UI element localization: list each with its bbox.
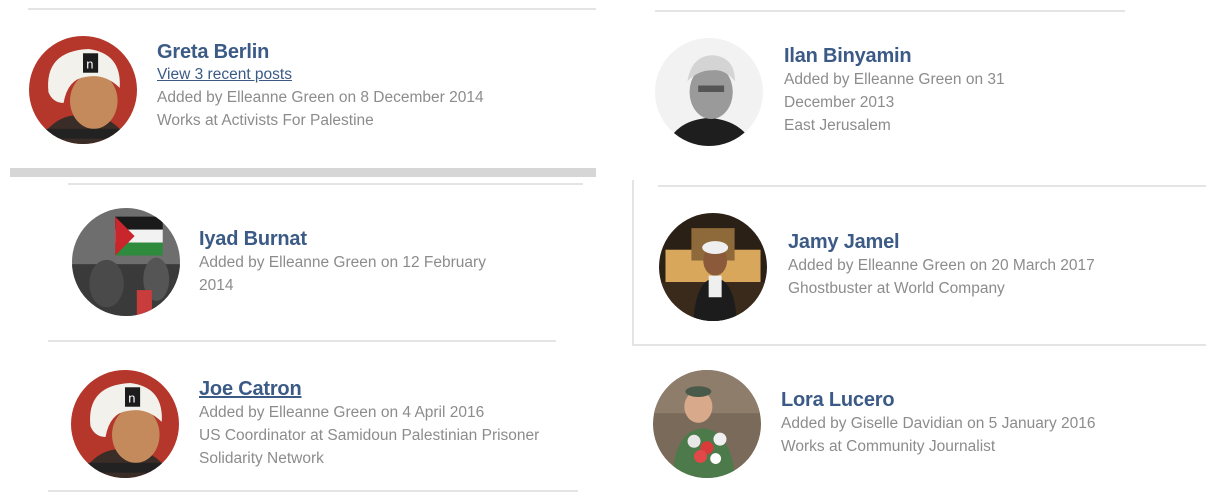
divider <box>658 185 1206 187</box>
work-text: US Coordinator at Samidoun Palestinian P… <box>199 427 540 444</box>
divider <box>632 180 634 346</box>
divider <box>28 8 596 10</box>
added-by-text: Added by Elleanne Green on 20 March 2017 <box>788 257 1095 274</box>
svg-text:n: n <box>86 56 93 71</box>
person-name-link[interactable]: Ilan Binyamin <box>784 44 1005 68</box>
recent-posts-link[interactable]: View 3 recent posts <box>157 64 484 86</box>
person-name-link[interactable]: Lora Lucero <box>781 388 1096 412</box>
work-text: Solidarity Network <box>199 450 324 467</box>
activist-cartoon-avatar[interactable]: n <box>71 370 179 478</box>
added-by-text: December 2013 <box>784 94 895 111</box>
flowers-portrait-avatar[interactable] <box>653 370 761 478</box>
protest-flag-avatar[interactable] <box>72 208 180 316</box>
divider <box>48 340 556 342</box>
work-text: Works at Community Journalist <box>781 438 996 455</box>
added-by-text: 2014 <box>199 277 234 294</box>
work-text: Ghostbuster at World Company <box>788 280 1005 297</box>
mosque-portrait-avatar[interactable] <box>659 213 767 321</box>
added-by-text: Added by Elleanne Green on 8 December 20… <box>157 89 484 106</box>
person-name-link[interactable]: Jamy Jamel <box>788 230 1095 254</box>
person-name-link[interactable]: Joe Catron <box>199 377 539 401</box>
added-by-text: Added by Elleanne Green on 31 <box>784 71 1005 88</box>
divider <box>68 183 583 185</box>
divider <box>10 168 596 177</box>
person-name-link[interactable]: Greta Berlin <box>157 40 484 64</box>
work-text: East Jerusalem <box>784 117 891 134</box>
divider <box>655 10 1125 12</box>
added-by-text: Added by Elleanne Green on 4 April 2016 <box>199 404 485 421</box>
svg-text:n: n <box>128 390 135 405</box>
divider <box>634 344 1206 346</box>
person-name-link[interactable]: Iyad Burnat <box>199 227 486 251</box>
added-by-text: Added by Elleanne Green on 12 February <box>199 254 486 271</box>
added-by-text: Added by Giselle Davidian on 5 January 2… <box>781 415 1096 432</box>
work-text: Works at Activists For Palestine <box>157 112 374 129</box>
activist-cartoon-avatar[interactable]: n <box>29 36 137 144</box>
bw-portrait-avatar[interactable] <box>655 38 763 146</box>
divider <box>48 490 578 492</box>
